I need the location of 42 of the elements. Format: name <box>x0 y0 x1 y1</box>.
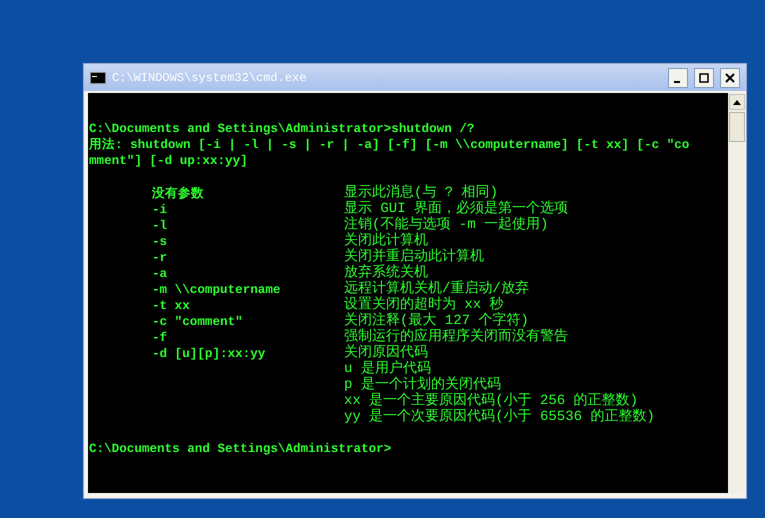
window-title: C:\WINDOWS\system32\cmd.exe <box>112 70 308 86</box>
scrollbar[interactable] <box>728 93 745 493</box>
option-name: -t xx <box>152 299 190 313</box>
close-button[interactable] <box>720 68 740 88</box>
option-name: -c "comment" <box>152 315 243 329</box>
option-description: 设置关闭的超时为 xx 秒 <box>344 297 504 313</box>
option-name: -r <box>152 251 168 265</box>
option-description: p 是一个计划的关闭代码 <box>344 377 501 393</box>
option-description: 关闭并重启动此计算机 <box>344 249 484 265</box>
scroll-up-button[interactable] <box>728 94 744 110</box>
option-description: yy 是一个次要原因代码(小于 65536 的正整数) <box>344 409 655 425</box>
option-name: -i <box>152 203 168 217</box>
command-line: C:\Documents and Settings\Administrator>shutdown /? <box>89 121 476 137</box>
usage-line: 用法: shutdown [-i | -l | -s | -r | -a] [-f] [-m \\computername] [-t xx] [-c "co <box>89 137 690 153</box>
scroll-thumb[interactable] <box>728 112 744 142</box>
option-description: 关闭原因代码 <box>344 345 428 361</box>
command-prompt: C:\Documents and Settings\Administrator> <box>89 441 392 457</box>
option-description: 强制运行的应用程序关闭而没有警告 <box>344 329 568 345</box>
usage-line: mment"] [-d up:xx:yy] <box>89 153 249 169</box>
option-description: 远程计算机关机/重启动/放弃 <box>344 281 529 297</box>
option-description: 显示此消息(与 ? 相同) <box>344 185 498 201</box>
option-description: 放弃系统关机 <box>344 265 428 281</box>
option-description: 显示 GUI 界面，必须是第一个选项 <box>344 201 568 217</box>
option-name: -a <box>152 267 168 281</box>
up-arrow-icon <box>732 100 740 104</box>
option-name: -f <box>152 331 168 345</box>
option-description: 注销(不能与选项 -m 一起使用) <box>344 217 548 233</box>
option-name: 没有参数 <box>152 187 204 201</box>
option-description: 关闭注释(最大 127 个字符) <box>344 313 529 329</box>
option-name: -s <box>152 235 168 249</box>
option-description: xx 是一个主要原因代码(小于 256 的正整数) <box>344 393 638 409</box>
option-description: u 是用户代码 <box>344 361 431 377</box>
console-icon <box>90 72 106 84</box>
option-name: -m \\computername <box>152 283 280 297</box>
close-icon <box>725 72 735 82</box>
minimize-icon <box>674 80 680 82</box>
maximize-button[interactable] <box>694 68 714 88</box>
option-description: 关闭此计算机 <box>344 233 428 249</box>
option-name: -l <box>152 219 168 233</box>
option-name: -d [u][p]:xx:yy <box>152 347 266 361</box>
minimize-button[interactable] <box>668 68 688 88</box>
maximize-icon <box>699 72 709 82</box>
